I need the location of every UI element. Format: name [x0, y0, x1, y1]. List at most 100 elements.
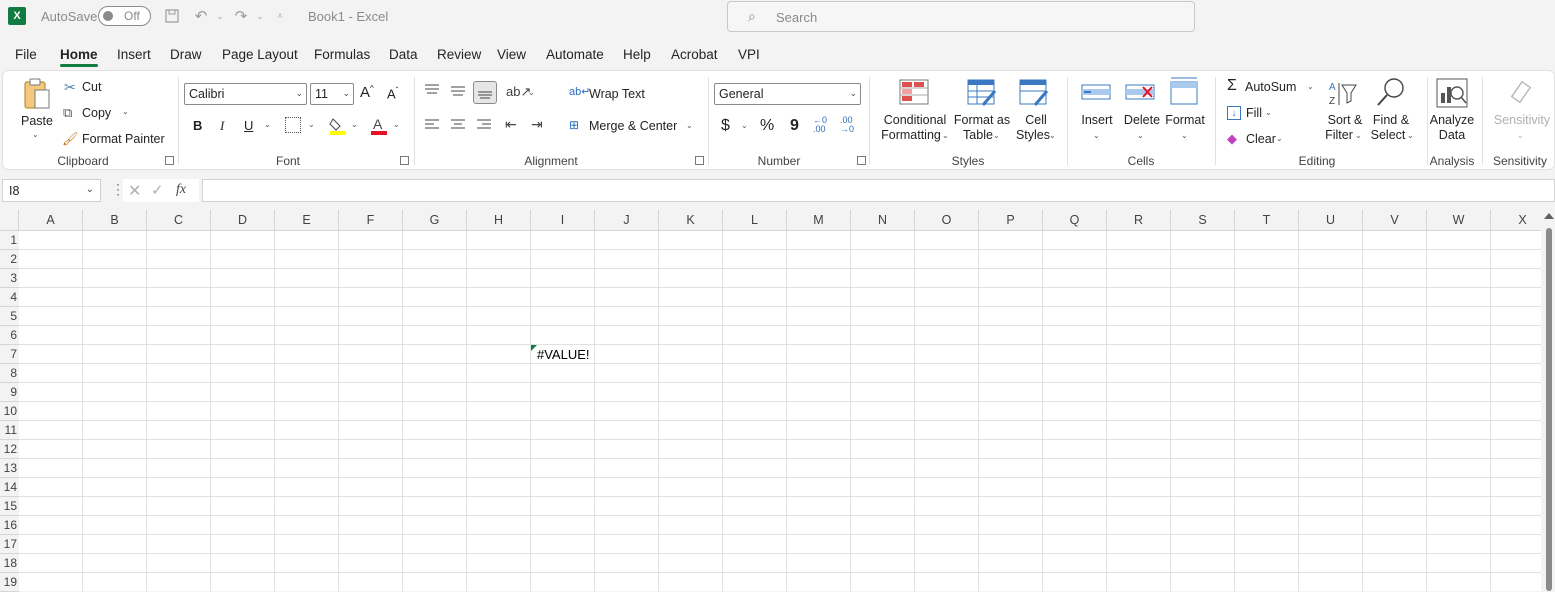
tab-help[interactable]: Help	[623, 47, 651, 62]
cut-icon[interactable]: ✂	[64, 79, 76, 96]
tab-automate[interactable]: Automate	[546, 47, 604, 62]
column-header-w[interactable]: W	[1427, 210, 1491, 231]
tab-file[interactable]: File	[15, 47, 37, 62]
undo-icon[interactable]: ↶	[191, 6, 211, 26]
column-header-u[interactable]: U	[1299, 210, 1363, 231]
conditional-formatting-label-1[interactable]: Conditional	[879, 113, 951, 128]
column-header-l[interactable]: L	[723, 210, 787, 231]
column-header-k[interactable]: K	[659, 210, 723, 231]
cell-styles-label-1[interactable]: Cell	[1016, 113, 1056, 128]
insert-function-button[interactable]: fx	[176, 182, 186, 198]
align-left-icon[interactable]	[424, 118, 440, 132]
clear-dropdown-icon[interactable]: ⌄	[1276, 134, 1283, 143]
column-header-t[interactable]: T	[1235, 210, 1299, 231]
wrap-text-icon[interactable]: ab↵	[569, 85, 590, 98]
row-header-18[interactable]: 18	[0, 554, 19, 573]
tab-page-layout[interactable]: Page Layout	[222, 47, 298, 62]
search-box[interactable]: ⌕ Search	[727, 1, 1195, 32]
font-size-combo[interactable]: 11 ⌄	[310, 83, 354, 105]
row-header-5[interactable]: 5	[0, 307, 19, 326]
insert-cells-icon[interactable]	[1081, 79, 1111, 107]
column-header-i[interactable]: I	[531, 210, 595, 231]
column-header-r[interactable]: R	[1107, 210, 1171, 231]
font-launcher-icon[interactable]	[400, 156, 409, 165]
chevron-down-icon[interactable]: ⌄	[1137, 131, 1144, 140]
sort-filter-icon[interactable]: AZ	[1328, 79, 1360, 107]
bold-button[interactable]: B	[193, 118, 202, 133]
undo-dropdown-icon[interactable]: ⌄	[210, 6, 230, 26]
paste-icon[interactable]	[21, 77, 53, 111]
row-header-3[interactable]: 3	[0, 269, 19, 288]
wrap-text-button[interactable]: Wrap Text	[589, 87, 645, 101]
enter-icon[interactable]: ✓	[151, 181, 164, 199]
underline-dropdown-icon[interactable]: ⌄	[264, 120, 271, 129]
row-header-13[interactable]: 13	[0, 459, 19, 478]
row-header-1[interactable]: 1	[0, 231, 19, 250]
format-cells-button[interactable]: Format	[1163, 113, 1207, 128]
column-header-p[interactable]: P	[979, 210, 1043, 231]
cut-button[interactable]: Cut	[82, 80, 101, 94]
customize-qat-icon[interactable]: ⩡	[270, 6, 290, 26]
column-header-a[interactable]: A	[19, 210, 83, 231]
percent-button[interactable]: %	[760, 117, 774, 135]
row-header-19[interactable]: 19	[0, 573, 19, 592]
redo-icon[interactable]: ↷	[231, 6, 251, 26]
row-header-12[interactable]: 12	[0, 440, 19, 459]
align-right-icon[interactable]	[476, 118, 492, 132]
format-as-table-label-1[interactable]: Format as	[949, 113, 1015, 128]
top-align-icon[interactable]	[424, 83, 440, 97]
chevron-down-icon[interactable]: ⌄	[1355, 131, 1362, 140]
delete-cells-icon[interactable]	[1125, 79, 1155, 107]
tab-home[interactable]: Home	[60, 47, 98, 62]
currency-button[interactable]: $	[721, 117, 730, 135]
vertical-scrollbar[interactable]	[1541, 210, 1555, 591]
fill-dropdown-icon[interactable]: ⌄	[1265, 108, 1272, 117]
decrease-decimal-icon[interactable]: .00 →0	[840, 116, 854, 134]
autosum-icon[interactable]: Σ	[1227, 77, 1237, 95]
number-format-combo[interactable]: General ⌄	[714, 83, 861, 105]
tab-data[interactable]: Data	[389, 47, 418, 62]
format-cells-icon[interactable]	[1169, 76, 1199, 106]
analyze-data-label-1[interactable]: Analyze	[1429, 113, 1475, 128]
column-header-o[interactable]: O	[915, 210, 979, 231]
cell-I7[interactable]: #VALUE!	[537, 347, 590, 362]
column-header-s[interactable]: S	[1171, 210, 1235, 231]
scroll-up-icon[interactable]	[1544, 213, 1554, 219]
cell-styles-icon[interactable]	[1019, 79, 1049, 107]
format-painter-icon[interactable]: 🖌	[62, 131, 79, 147]
row-header-10[interactable]: 10	[0, 402, 19, 421]
sort-filter-label-1[interactable]: Sort &	[1323, 113, 1367, 128]
cell-area[interactable]	[19, 231, 1541, 591]
borders-icon[interactable]	[285, 117, 301, 133]
column-header-h[interactable]: H	[467, 210, 531, 231]
row-header-16[interactable]: 16	[0, 516, 19, 535]
paste-dropdown-icon[interactable]: ⌄	[32, 130, 39, 139]
row-header-14[interactable]: 14	[0, 478, 19, 497]
merge-center-button[interactable]: Merge & Center	[589, 119, 677, 133]
chevron-down-icon[interactable]: ⌄	[1093, 131, 1100, 140]
decrease-indent-icon[interactable]: ⇤	[505, 116, 517, 133]
tab-vpi[interactable]: VPI	[738, 47, 760, 62]
select-all-corner[interactable]	[0, 210, 19, 231]
font-color-dropdown-icon[interactable]: ⌄	[393, 120, 400, 129]
merge-dropdown-icon[interactable]: ⌄	[686, 121, 693, 130]
autosave-toggle[interactable]: Off	[98, 6, 151, 26]
chevron-down-icon[interactable]: ⌄	[1049, 131, 1056, 140]
row-header-9[interactable]: 9	[0, 383, 19, 402]
sort-filter-label-2[interactable]: Filter	[1321, 128, 1357, 143]
increase-decimal-icon[interactable]: ←0.00	[813, 116, 827, 134]
column-header-g[interactable]: G	[403, 210, 467, 231]
copy-icon[interactable]: ⧉	[63, 105, 72, 121]
row-header-4[interactable]: 4	[0, 288, 19, 307]
merge-center-icon[interactable]: ⊞	[569, 118, 579, 132]
redo-dropdown-icon[interactable]: ⌄	[250, 6, 270, 26]
save-icon[interactable]	[162, 6, 182, 26]
find-select-icon[interactable]	[1376, 77, 1406, 107]
find-select-label-2[interactable]: Select	[1367, 128, 1409, 143]
bottom-align-icon[interactable]	[473, 81, 497, 104]
chevron-down-icon[interactable]: ⌄	[942, 131, 949, 140]
number-launcher-icon[interactable]	[857, 156, 866, 165]
column-header-e[interactable]: E	[275, 210, 339, 231]
middle-align-icon[interactable]	[450, 83, 466, 97]
decrease-font-size-icon[interactable]: Aˇ	[387, 86, 398, 101]
